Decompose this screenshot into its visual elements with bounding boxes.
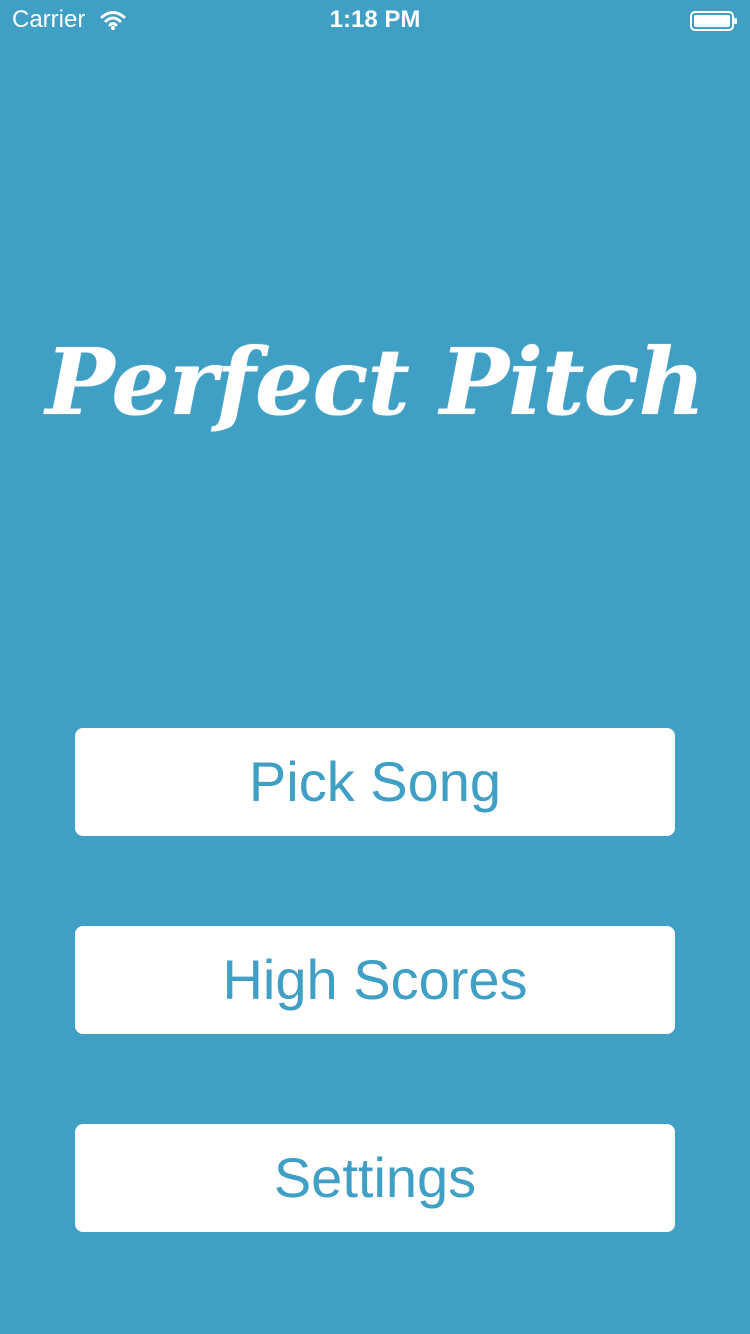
battery-icon <box>690 10 738 32</box>
app-title: Perfect Pitch <box>45 328 706 436</box>
settings-button[interactable]: Settings <box>75 1124 675 1232</box>
status-bar: Carrier 1:18 PM <box>0 0 750 40</box>
pick-song-button[interactable]: Pick Song <box>75 728 675 836</box>
clock: 1:18 PM <box>329 6 421 33</box>
high-scores-button[interactable]: High Scores <box>75 926 675 1034</box>
